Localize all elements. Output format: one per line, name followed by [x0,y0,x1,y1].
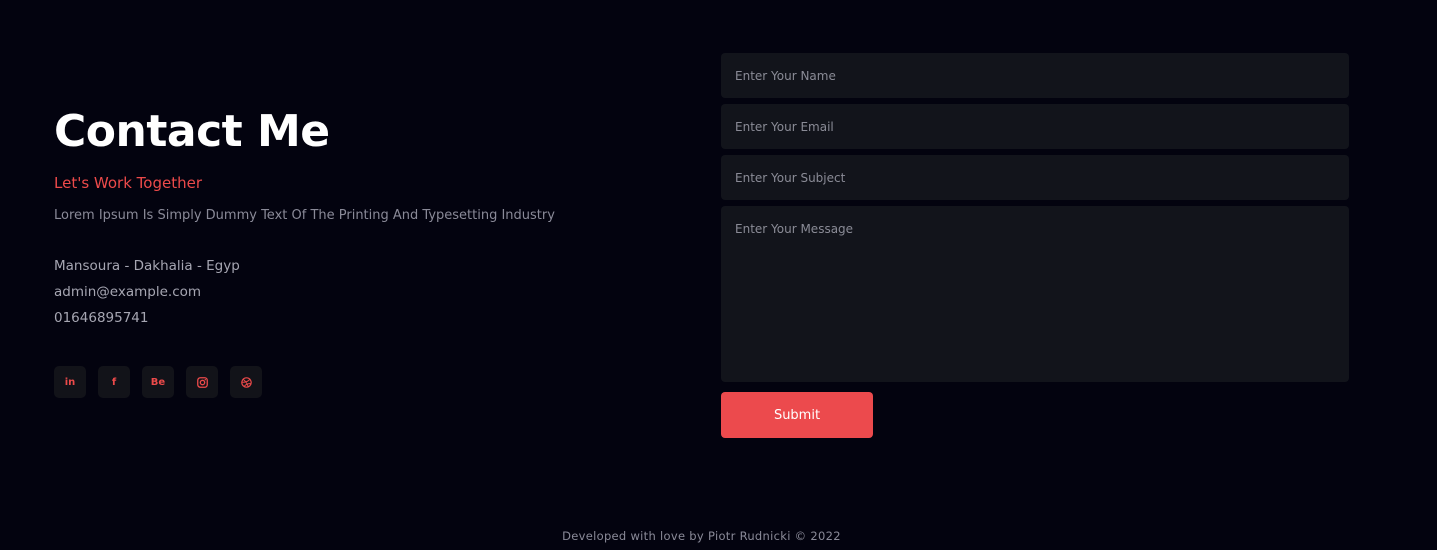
linkedin-icon: in [64,376,76,388]
dribbble-link[interactable] [230,366,262,398]
contact-phone: 01646895741 [54,310,149,326]
contact-address: Mansoura - Dakhalia - Egyp [54,258,240,274]
facebook-icon: f [111,376,117,388]
contact-page: Contact Me Let's Work Together Lorem Ips… [0,0,1437,550]
dribbble-icon [240,376,252,388]
submit-button[interactable]: Submit [721,392,873,438]
subject-input[interactable] [721,155,1349,200]
page-title: Contact Me [54,106,330,157]
behance-link[interactable]: Be [142,366,174,398]
contact-form: Submit [721,53,1349,438]
instagram-icon [196,376,208,388]
footer-credit: Developed with love by Piotr Rudnicki © … [562,529,841,543]
contact-description: Lorem Ipsum Is Simply Dummy Text Of The … [54,208,555,223]
contact-subtitle: Let's Work Together [54,174,202,192]
contact-details: Mansoura - Dakhalia - Egyp admin@example… [54,253,674,331]
contact-email: admin@example.com [54,284,202,300]
contact-info-section: Contact Me Let's Work Together Lorem Ips… [54,104,674,398]
social-links: in f Be [54,366,674,398]
name-input[interactable] [721,53,1349,98]
email-input[interactable] [721,104,1349,149]
linkedin-link[interactable]: in [54,366,86,398]
behance-icon: Be [150,376,166,388]
message-textarea[interactable] [721,206,1349,382]
facebook-link[interactable]: f [98,366,130,398]
instagram-link[interactable] [186,366,218,398]
